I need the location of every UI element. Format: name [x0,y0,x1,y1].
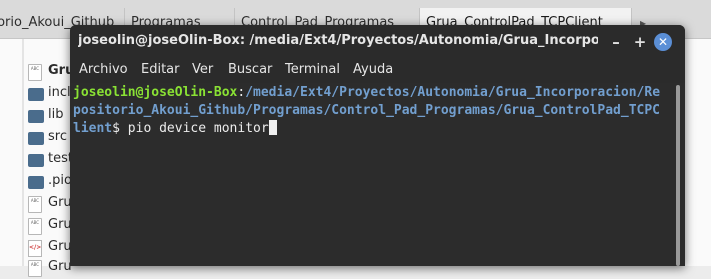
menu-buscar[interactable]: Buscar [228,62,272,77]
terminal-output[interactable]: joseolin@joseOlin-Box:/media/Ext4/Proyec… [70,83,685,266]
menu-terminal[interactable]: Terminal [285,62,340,77]
text-file-icon [28,260,42,277]
file-name: Gru [48,239,72,254]
prompt-path: /media/Ext4/Proyectos/Autonomia/Grua_Inc… [245,85,661,100]
folder-icon [28,88,44,101]
file-name: incl [48,85,71,100]
prompt-path: lient [73,121,113,136]
prompt-path: positorio_Akoui_Github/Programas/Control… [73,103,660,118]
file-name: Gru [48,217,72,232]
terminal-command: $ pio device monitor [112,121,269,136]
file-name: lib [48,107,64,122]
code-file-icon [28,240,42,257]
folder-icon [28,132,44,145]
text-cursor [268,120,277,135]
terminal-titlebar[interactable]: joseolin@joseOlin-Box: /media/Ext4/Proye… [70,25,685,59]
terminal-title: joseolin@joseOlin-Box: /media/Ext4/Proye… [78,33,598,48]
file-name: Gru [48,259,72,274]
file-name: Gru [48,195,72,210]
folder-icon [28,154,44,167]
menu-archivo[interactable]: Archivo [79,62,128,77]
close-icon[interactable]: ✕ [654,33,672,51]
text-file-icon [28,64,42,81]
terminal-text: joseolin@joseOlin-Box:/media/Ext4/Proyec… [73,84,673,138]
maximize-icon[interactable]: + [630,32,650,52]
prompt-user: joseolin@joseOlin-Box [73,85,238,100]
menu-editar[interactable]: Editar [141,62,180,77]
menu-ver[interactable]: Ver [192,62,213,77]
terminal-window[interactable]: joseolin@joseOlin-Box: /media/Ext4/Proye… [70,25,685,266]
file-name: src [48,129,67,144]
menu-ayuda[interactable]: Ayuda [353,62,393,77]
terminal-menubar: Archivo Editar Ver Buscar Terminal Ayuda [70,59,685,83]
minimize-icon[interactable]: – [606,32,626,52]
text-file-icon [28,218,42,235]
file-name: .pio [48,173,72,188]
folder-icon [28,110,44,123]
text-file-icon [28,196,42,213]
terminal-scrollbar[interactable] [676,85,680,266]
folder-icon [28,176,44,189]
